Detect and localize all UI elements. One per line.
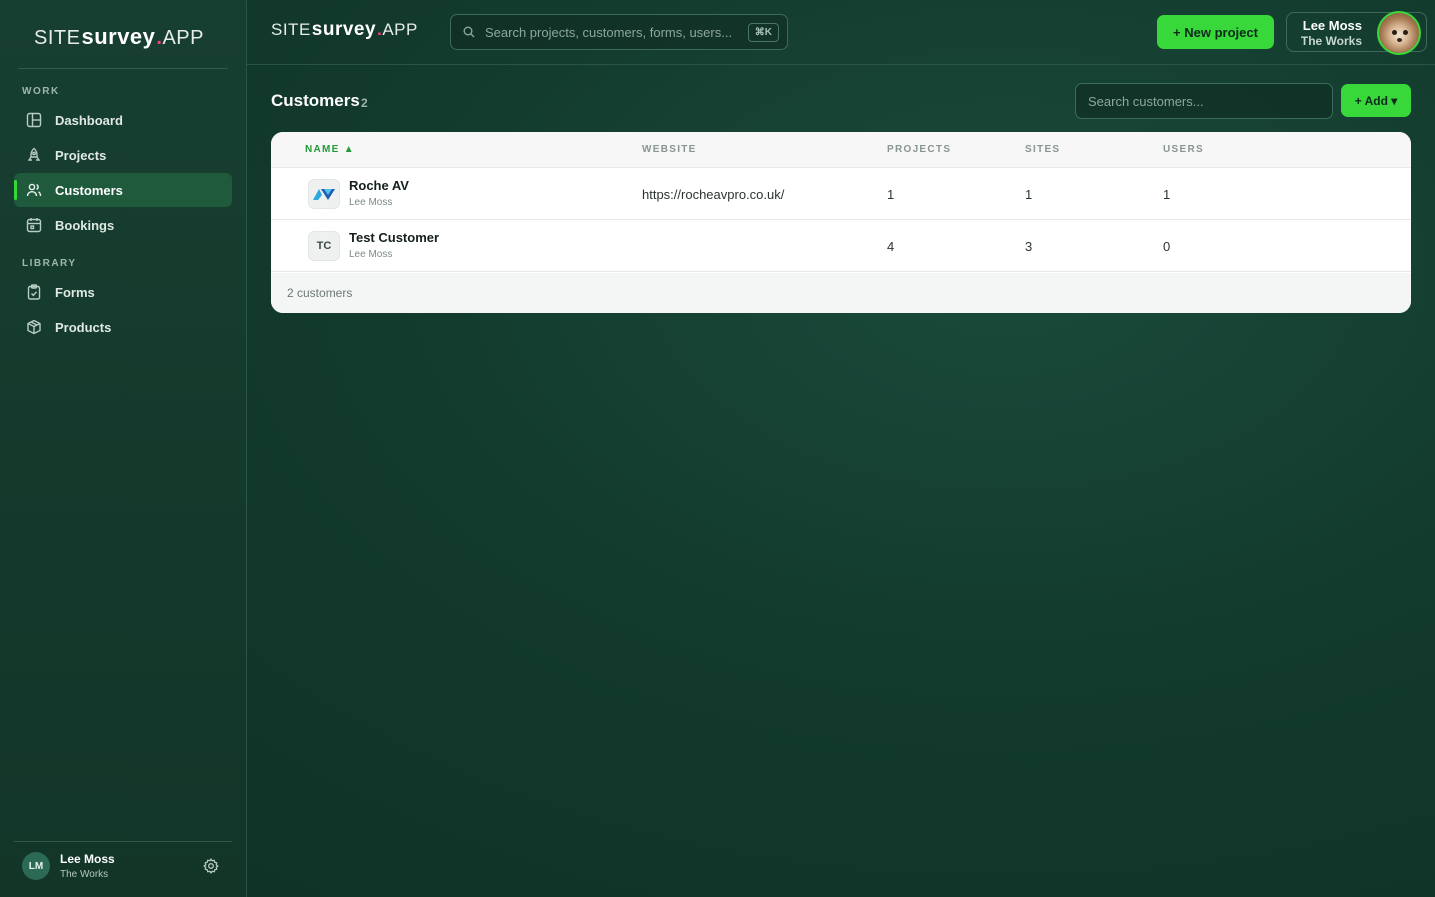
sidebar-item-products[interactable]: Products: [14, 310, 232, 344]
column-header-users[interactable]: USERS: [1163, 144, 1204, 155]
clipboard-icon: [26, 284, 42, 300]
logo-app: APP: [382, 20, 418, 39]
global-search-input[interactable]: Search projects, customers, forms, users…: [450, 14, 788, 50]
logo-survey: survey: [81, 24, 156, 49]
table-header: NAME ▲ WEBSITE PROJECTS SITES USERS: [271, 132, 1411, 168]
add-button[interactable]: + Add ▾: [1341, 84, 1411, 117]
customer-count-badge: 2: [361, 96, 368, 110]
users-icon: [26, 182, 42, 198]
table-row[interactable]: TC Test Customer Lee Moss 4 3 0: [271, 220, 1411, 272]
customer-search-input[interactable]: Search customers...: [1075, 83, 1333, 119]
dashboard-icon: [26, 112, 42, 128]
customer-users: 0: [1163, 239, 1171, 254]
sidebar-item-dashboard[interactable]: Dashboard: [14, 103, 232, 137]
sidebar-item-label: Forms: [55, 284, 95, 300]
box-icon: [26, 319, 42, 335]
sidebar-item-label: Products: [55, 319, 112, 335]
customer-sites: 3: [1025, 239, 1033, 254]
customer-owner: Lee Moss: [349, 197, 393, 208]
sidebar-item-forms[interactable]: Forms: [14, 275, 232, 309]
customers-table: NAME ▲ WEBSITE PROJECTS SITES USERS Roch…: [271, 132, 1411, 313]
column-header-sites[interactable]: SITES: [1025, 144, 1060, 155]
customer-initials-badge: TC: [308, 231, 340, 261]
sidebar-user-org: The Works: [60, 869, 109, 880]
sidebar: SITE survey . APP WORK Dashboard Project…: [0, 0, 247, 897]
avatar: LM: [22, 852, 50, 880]
sidebar-item-projects[interactable]: Projects: [14, 138, 232, 172]
logo-site: SITE: [271, 20, 311, 39]
page-title: Customers: [271, 91, 360, 110]
gear-icon[interactable]: [203, 858, 219, 874]
customer-name[interactable]: Roche AV: [349, 178, 409, 193]
sidebar-item-bookings[interactable]: Bookings: [14, 208, 232, 242]
table-row[interactable]: Roche AV Lee Moss https://rocheavpro.co.…: [271, 168, 1411, 220]
sidebar-item-label: Projects: [55, 147, 107, 163]
topbar-logo[interactable]: SITE survey . APP: [271, 19, 418, 41]
customer-website[interactable]: https://rocheavpro.co.uk/: [642, 187, 784, 202]
column-header-website[interactable]: WEBSITE: [642, 144, 697, 155]
customer-sites: 1: [1025, 187, 1033, 202]
customer-name[interactable]: Test Customer: [349, 230, 439, 245]
customer-logo: [308, 179, 340, 209]
customer-projects: 1: [887, 187, 895, 202]
rocket-icon: [26, 147, 42, 163]
logo-app: APP: [162, 27, 204, 49]
user-menu[interactable]: Lee Moss The Works: [1286, 11, 1427, 55]
sidebar-footer-divider: [14, 841, 232, 842]
user-menu-org: The Works: [1300, 34, 1362, 48]
logo-survey: survey: [311, 19, 377, 40]
customer-users: 1: [1163, 187, 1171, 202]
section-label-library: LIBRARY: [22, 258, 77, 269]
sidebar-item-label: Dashboard: [55, 112, 123, 128]
shortcut-badge: ⌘K: [747, 23, 779, 42]
topbar: SITE survey . APP Search projects, custo…: [247, 0, 1435, 65]
sidebar-divider: [18, 68, 228, 69]
table-footer: 2 customers: [271, 273, 1411, 313]
logo-site: SITE: [34, 27, 81, 49]
sidebar-item-customers[interactable]: Customers: [14, 173, 232, 207]
customer-owner: Lee Moss: [349, 249, 393, 260]
calendar-icon: [26, 217, 42, 233]
section-label-work: WORK: [22, 86, 60, 97]
user-menu-name: Lee Moss: [1302, 18, 1362, 33]
customer-projects: 4: [887, 239, 895, 254]
customer-search-placeholder: Search customers...: [1088, 93, 1204, 109]
table-footer-count: 2 customers: [287, 286, 353, 300]
sidebar-item-label: Bookings: [55, 217, 115, 233]
global-search-placeholder: Search projects, customers, forms, users…: [485, 24, 733, 40]
search-icon: [463, 26, 475, 38]
sidebar-logo[interactable]: SITE survey . APP: [34, 24, 204, 50]
new-project-button[interactable]: + New project: [1157, 15, 1274, 49]
sidebar-user[interactable]: LM Lee Moss The Works: [22, 852, 115, 880]
column-header-name[interactable]: NAME ▲: [305, 144, 355, 155]
avatar: [1377, 11, 1421, 55]
column-header-projects[interactable]: PROJECTS: [887, 144, 951, 155]
sidebar-user-name: Lee Moss: [60, 852, 115, 866]
sidebar-item-label: Customers: [55, 182, 123, 198]
